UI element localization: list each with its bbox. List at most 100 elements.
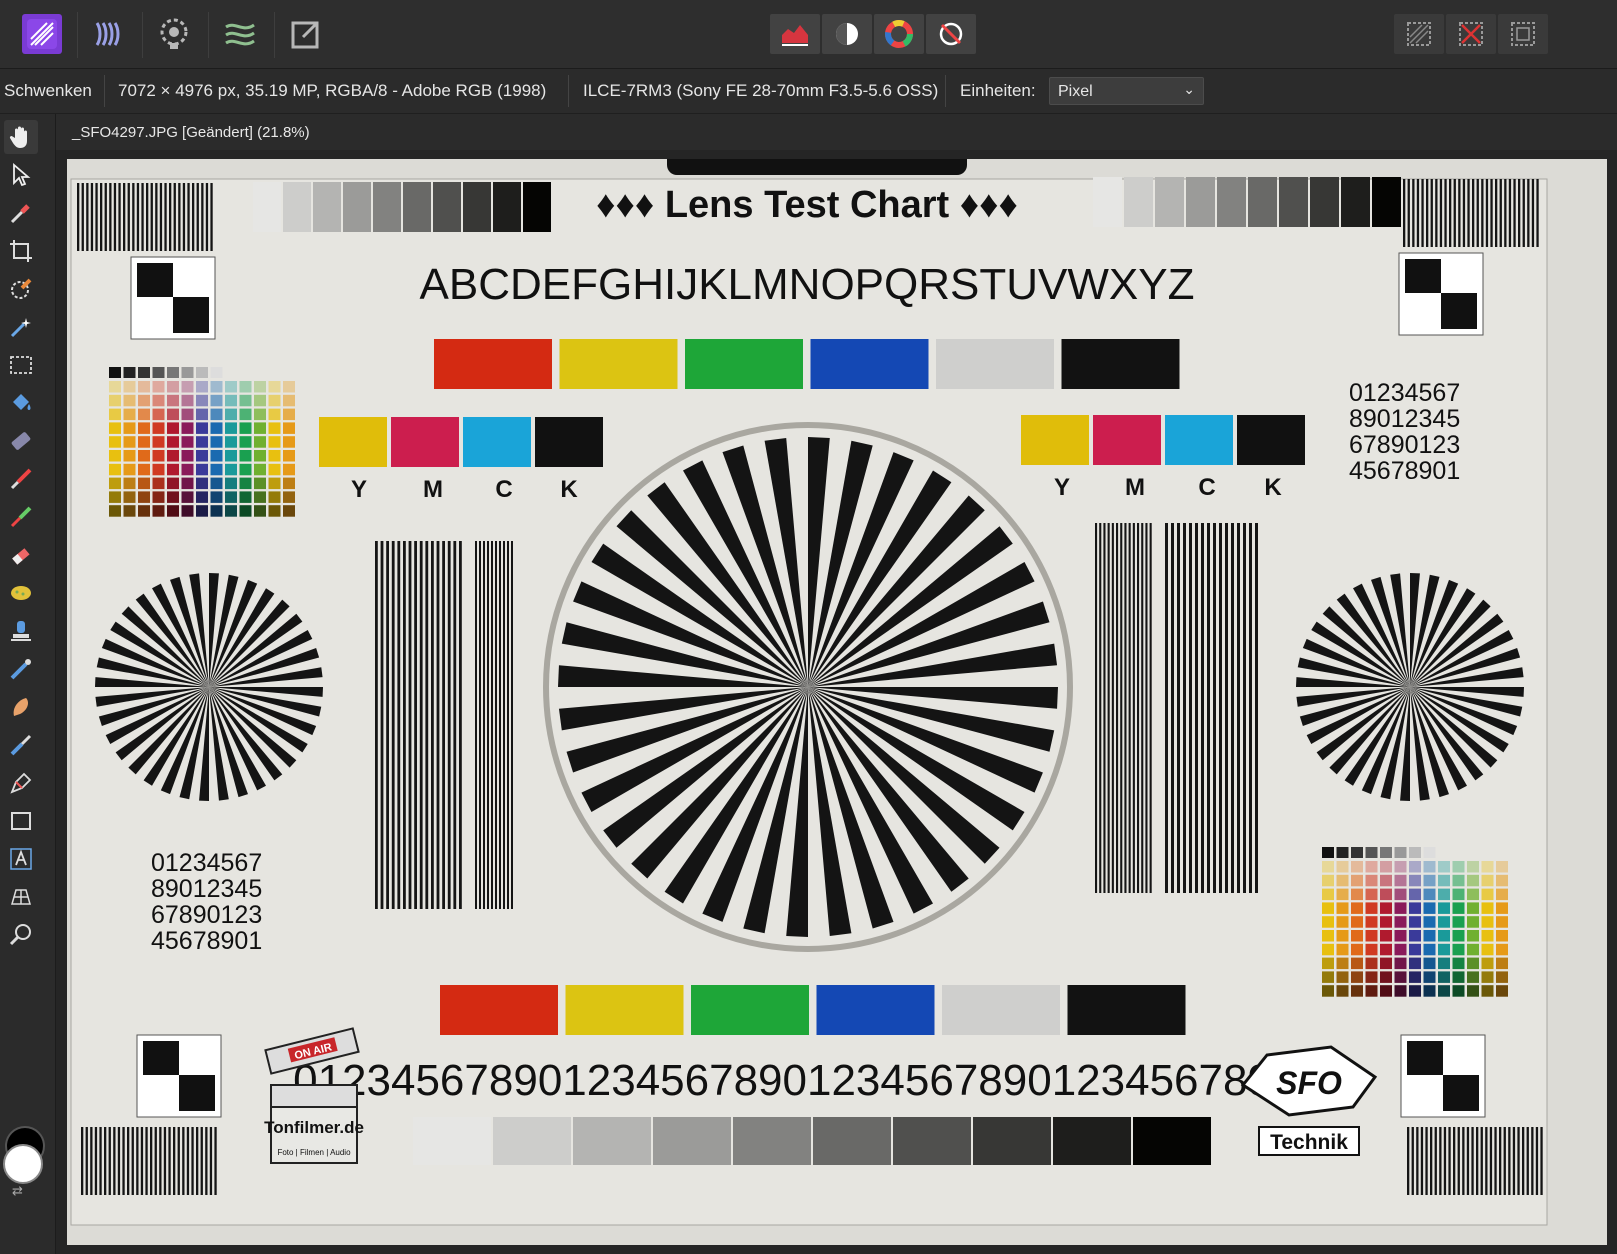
smudge-icon bbox=[13, 698, 28, 716]
export-persona-icon bbox=[291, 21, 319, 49]
pen-tool[interactable] bbox=[4, 766, 38, 800]
units-select[interactable]: Pixel ⌄ bbox=[1049, 77, 1204, 105]
canvas-area[interactable]: ♦♦♦ Lens Test Chart ♦♦♦ ABCDEFGHIJKLMNOP… bbox=[56, 150, 1617, 1254]
flood-fill-tool[interactable] bbox=[4, 386, 38, 420]
smudge-tool[interactable] bbox=[4, 690, 38, 724]
crop-tool[interactable] bbox=[4, 234, 38, 268]
blemish-tool[interactable] bbox=[4, 652, 38, 686]
histogram-button[interactable] bbox=[770, 14, 820, 54]
swap-colors-icon[interactable]: ⇄ bbox=[12, 1184, 23, 1199]
artistic-text-tool[interactable] bbox=[4, 842, 38, 876]
move-tool[interactable] bbox=[4, 158, 38, 192]
hand-tool[interactable] bbox=[4, 120, 38, 154]
paint-brush-tool[interactable] bbox=[4, 462, 38, 496]
dodge-icon bbox=[11, 586, 31, 600]
selection-brush-tool[interactable] bbox=[4, 272, 38, 306]
retouch-tool[interactable] bbox=[4, 728, 38, 762]
selection-mask-button[interactable] bbox=[1394, 14, 1444, 54]
grey-wedge-bottom-8 bbox=[1053, 1117, 1131, 1165]
grey-wedge-top-left-1 bbox=[283, 182, 311, 232]
liquify-persona-button[interactable] bbox=[88, 14, 128, 54]
flood-fill-icon bbox=[13, 394, 31, 410]
number-block-left-1: 01234567 bbox=[151, 849, 262, 877]
color-bar-top-3 bbox=[810, 339, 929, 389]
sfo-text: SFO bbox=[1276, 1065, 1342, 1101]
grey-wedge-bottom-6 bbox=[893, 1117, 971, 1165]
tonfilmer-subtext: Foto | Filmen | Audio bbox=[277, 1148, 351, 1157]
pixel-tool[interactable] bbox=[4, 500, 38, 534]
color-bar-bottom-0 bbox=[440, 985, 558, 1035]
checker-bottom-right-a bbox=[1407, 1041, 1443, 1075]
develop-persona-button[interactable] bbox=[154, 14, 194, 54]
document-tab[interactable]: _SFO4297.JPG [Geändert] (21.8%) bbox=[56, 114, 1617, 150]
blemish-icon bbox=[10, 659, 31, 680]
color-bar-top-5 bbox=[1061, 339, 1180, 389]
rectangle-tool[interactable] bbox=[4, 804, 38, 838]
cmyk-label-c-right: C bbox=[1198, 474, 1215, 501]
dodge-tool[interactable] bbox=[4, 576, 38, 610]
color-wheel-icon bbox=[885, 20, 913, 48]
grey-wedge-bottom-9 bbox=[1133, 1117, 1211, 1165]
number-block-left-3: 67890123 bbox=[151, 901, 262, 929]
cmyk-patch-right-0 bbox=[1021, 415, 1089, 465]
grey-wedge-bottom-4 bbox=[733, 1117, 811, 1165]
cmyk-patch-right-2 bbox=[1165, 415, 1233, 465]
erase-brush-tool[interactable] bbox=[4, 538, 38, 572]
mesh-warp-tool[interactable] bbox=[4, 880, 38, 914]
marquee-tool[interactable] bbox=[4, 348, 38, 382]
grey-wedge-top-left-3 bbox=[343, 182, 371, 232]
cmyk-label-y-right: Y bbox=[1054, 474, 1070, 501]
zoom-tool[interactable] bbox=[4, 918, 38, 952]
checker-bottom-left-b bbox=[179, 1075, 215, 1111]
color-bar-top-1 bbox=[559, 339, 678, 389]
chevron-down-icon: ⌄ bbox=[1183, 81, 1195, 97]
flood-select-tool[interactable] bbox=[4, 310, 38, 344]
color-bar-bottom-1 bbox=[565, 985, 684, 1035]
zoom-icon bbox=[9, 924, 31, 946]
color-picker-tool[interactable] bbox=[4, 196, 38, 230]
pen-icon bbox=[10, 772, 32, 794]
adjustment-icon bbox=[836, 23, 858, 45]
photo-canvas[interactable]: ♦♦♦ Lens Test Chart ♦♦♦ ABCDEFGHIJKLMNOP… bbox=[67, 159, 1607, 1245]
image-info-label: 7072 × 4976 px, 35.19 MP, RGBA/8 - Adobe… bbox=[118, 81, 547, 100]
navigator-button[interactable] bbox=[926, 14, 976, 54]
adjustments-button[interactable] bbox=[822, 14, 872, 54]
grey-wedge-bottom-7 bbox=[973, 1117, 1051, 1165]
gradient-tool[interactable] bbox=[4, 424, 38, 458]
color-bar-top-4 bbox=[936, 339, 1054, 389]
technik-text: Technik bbox=[1270, 1131, 1348, 1154]
marquee-view-button[interactable] bbox=[1498, 14, 1548, 54]
number-block-right-2: 89012345 bbox=[1349, 405, 1460, 433]
move-icon bbox=[13, 163, 31, 187]
tonfilmer-logo: ON AIR Tonfilmer.de Foto | Filmen | Audi… bbox=[264, 1027, 364, 1164]
cmyk-label-m-left: M bbox=[423, 476, 443, 503]
color-button[interactable] bbox=[874, 14, 924, 54]
grey-wedge-top-right-2 bbox=[1155, 177, 1184, 227]
chart-title: ♦♦♦ Lens Test Chart ♦♦♦ bbox=[596, 184, 1018, 226]
tone-mapping-persona-icon bbox=[225, 23, 255, 46]
camera-info-label: ILCE-7RM3 (Sony FE 28-70mm F3.5-5.6 OSS) bbox=[583, 81, 939, 100]
stroke-color-swatch[interactable] bbox=[3, 1144, 43, 1184]
clone-icon bbox=[11, 621, 31, 641]
erase-brush-icon bbox=[12, 548, 30, 565]
cmyk-label-m-right: M bbox=[1125, 474, 1145, 501]
deselect-button[interactable] bbox=[1446, 14, 1496, 54]
color-bar-top-2 bbox=[685, 339, 803, 389]
checker-top-right-a bbox=[1405, 259, 1441, 293]
checker-top-left-b bbox=[173, 297, 209, 333]
flood-select-icon bbox=[10, 318, 31, 338]
grey-wedge-top-left-7 bbox=[463, 182, 491, 232]
chart-alphabet: ABCDEFGHIJKLMNOPQRSTUVWXYZ bbox=[420, 260, 1195, 309]
grey-wedge-bottom-1 bbox=[493, 1117, 571, 1165]
photo-persona-button[interactable] bbox=[22, 14, 62, 54]
liquify-persona-icon bbox=[95, 22, 120, 46]
cmyk-label-y-left: Y bbox=[351, 476, 367, 503]
siemens-star-center bbox=[543, 422, 1073, 952]
clone-tool[interactable] bbox=[4, 614, 38, 648]
tone-mapping-persona-button[interactable] bbox=[220, 14, 260, 54]
units-label: Einheiten: bbox=[960, 81, 1036, 100]
cmyk-patch-right-1 bbox=[1093, 415, 1161, 465]
context-toolbar: Schwenken 7072 × 4976 px, 35.19 MP, RGBA… bbox=[0, 69, 1617, 114]
export-persona-button[interactable] bbox=[286, 14, 326, 54]
number-block-left-2: 89012345 bbox=[151, 875, 262, 903]
